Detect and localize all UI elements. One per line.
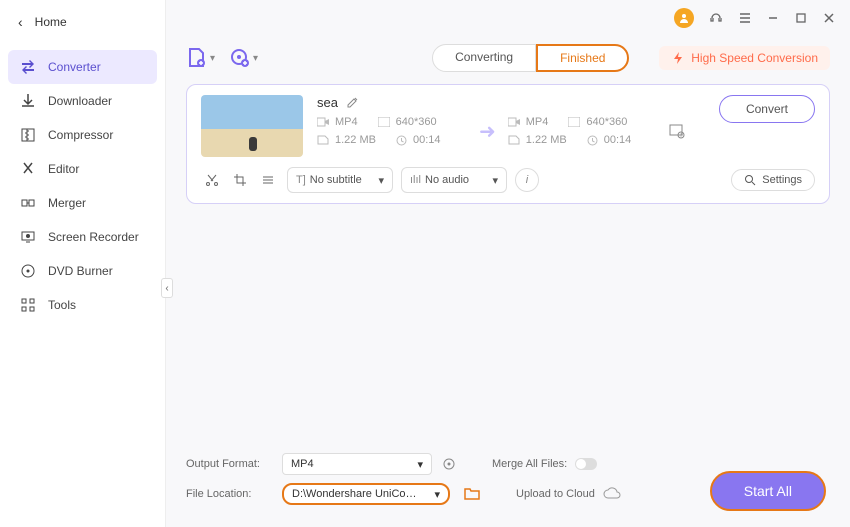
- status-tabs: Converting Finished: [432, 44, 629, 72]
- audio-select[interactable]: ılılNo audio ▾: [401, 167, 507, 193]
- bottom-bar: Output Format: MP4 ▾ Merge All Files: Fi…: [166, 443, 850, 527]
- video-icon: [508, 117, 520, 127]
- arrow-right-icon: ➜: [467, 119, 508, 144]
- sidebar-item-label: Compressor: [48, 128, 113, 142]
- rename-icon[interactable]: [346, 96, 359, 109]
- titlebar: [166, 0, 850, 36]
- back-icon: ‹: [18, 14, 23, 30]
- tab-converting[interactable]: Converting: [432, 44, 536, 72]
- merger-icon: [20, 195, 36, 211]
- sidebar-item-dvd[interactable]: DVD Burner: [8, 254, 157, 288]
- video-thumbnail[interactable]: [201, 95, 303, 157]
- output-settings-gear-icon[interactable]: [442, 457, 456, 471]
- dvd-icon: [20, 263, 36, 279]
- compressor-icon: [20, 127, 36, 143]
- close-button[interactable]: [822, 11, 836, 25]
- output-settings-icon[interactable]: [668, 122, 686, 140]
- menu-icon[interactable]: [738, 11, 752, 25]
- chevron-down-icon: ▾: [434, 488, 440, 501]
- info-button[interactable]: i: [515, 168, 539, 192]
- target-meta: MP4 640*360 1.22 MB 00:14: [508, 116, 658, 146]
- sidebar-item-label: Merger: [48, 196, 86, 210]
- subtitle-select[interactable]: T]No subtitle ▾: [287, 167, 393, 193]
- sidebar-item-label: Editor: [48, 162, 79, 176]
- chevron-down-icon: ▾: [492, 174, 498, 187]
- user-avatar[interactable]: [674, 8, 694, 28]
- file-location-label: File Location:: [186, 488, 272, 500]
- home-label: Home: [35, 15, 67, 29]
- tab-finished[interactable]: Finished: [536, 44, 629, 72]
- downloader-icon: [20, 93, 36, 109]
- merge-label: Merge All Files:: [492, 458, 567, 470]
- sidebar-item-recorder[interactable]: Screen Recorder: [8, 220, 157, 254]
- chevron-down-icon: ▾: [210, 53, 215, 64]
- audio-icon: ılıl: [410, 174, 421, 186]
- video-icon: [317, 117, 329, 127]
- more-icon[interactable]: [261, 173, 275, 187]
- support-icon[interactable]: [708, 10, 724, 26]
- settings-button[interactable]: Settings: [731, 169, 815, 191]
- clock-icon: [396, 135, 407, 146]
- cloud-icon[interactable]: [603, 487, 621, 501]
- size-icon: [508, 135, 520, 145]
- open-folder-icon[interactable]: [464, 487, 480, 501]
- sidebar-item-tools[interactable]: Tools: [8, 288, 157, 322]
- chevron-down-icon: ▾: [417, 458, 423, 471]
- home-button[interactable]: ‹ Home: [0, 0, 165, 44]
- sidebar-item-converter[interactable]: Converter: [8, 50, 157, 84]
- sidebar-item-downloader[interactable]: Downloader: [8, 84, 157, 118]
- upload-cloud-label: Upload to Cloud: [516, 488, 595, 500]
- resolution-icon: [568, 117, 580, 127]
- convert-button[interactable]: Convert: [719, 95, 815, 123]
- add-file-button[interactable]: ▾: [186, 47, 215, 69]
- toolbar: ▾ ▾ Converting Finished High Speed Conve…: [166, 36, 850, 84]
- file-card: sea MP4 640*360 1.22 MB: [186, 84, 830, 204]
- sidebar-item-compressor[interactable]: Compressor: [8, 118, 157, 152]
- sidebar-item-label: Screen Recorder: [48, 230, 139, 244]
- lightning-icon: [671, 51, 685, 65]
- high-speed-label: High Speed Conversion: [691, 51, 818, 65]
- minimize-button[interactable]: [766, 11, 780, 25]
- output-format-select[interactable]: MP4 ▾: [282, 453, 432, 475]
- magnifier-icon: [744, 174, 756, 186]
- crop-icon[interactable]: [233, 173, 247, 187]
- size-icon: [317, 135, 329, 145]
- tools-icon: [20, 297, 36, 313]
- collapse-sidebar-button[interactable]: ‹: [161, 278, 173, 298]
- start-all-button[interactable]: Start All: [710, 471, 826, 511]
- chevron-down-icon: ▾: [378, 174, 384, 187]
- subtitle-icon: T]: [296, 174, 306, 186]
- clock-icon: [587, 135, 598, 146]
- sidebar-item-label: Converter: [48, 60, 101, 74]
- file-name: sea: [317, 95, 338, 110]
- merge-toggle[interactable]: [575, 458, 597, 470]
- main: ▾ ▾ Converting Finished High Speed Conve…: [166, 0, 850, 527]
- sidebar-item-editor[interactable]: Editor: [8, 152, 157, 186]
- recorder-icon: [20, 229, 36, 245]
- chevron-down-icon: ▾: [253, 53, 258, 64]
- sidebar-item-label: Tools: [48, 298, 76, 312]
- converter-icon: [20, 59, 36, 75]
- resolution-icon: [378, 117, 390, 127]
- trim-icon[interactable]: [205, 173, 219, 187]
- file-location-select[interactable]: D:\Wondershare UniConverter 1 ▾: [282, 483, 450, 505]
- maximize-button[interactable]: [794, 11, 808, 25]
- output-format-label: Output Format:: [186, 458, 272, 470]
- sidebar: ‹ Home Converter Downloader Compressor E…: [0, 0, 166, 527]
- source-meta: MP4 640*360 1.22 MB 00:14: [317, 116, 467, 146]
- add-dvd-button[interactable]: ▾: [229, 47, 258, 69]
- sidebar-item-merger[interactable]: Merger: [8, 186, 157, 220]
- editor-icon: [20, 161, 36, 177]
- high-speed-conversion-button[interactable]: High Speed Conversion: [659, 46, 830, 70]
- sidebar-item-label: DVD Burner: [48, 264, 113, 278]
- sidebar-item-label: Downloader: [48, 94, 112, 108]
